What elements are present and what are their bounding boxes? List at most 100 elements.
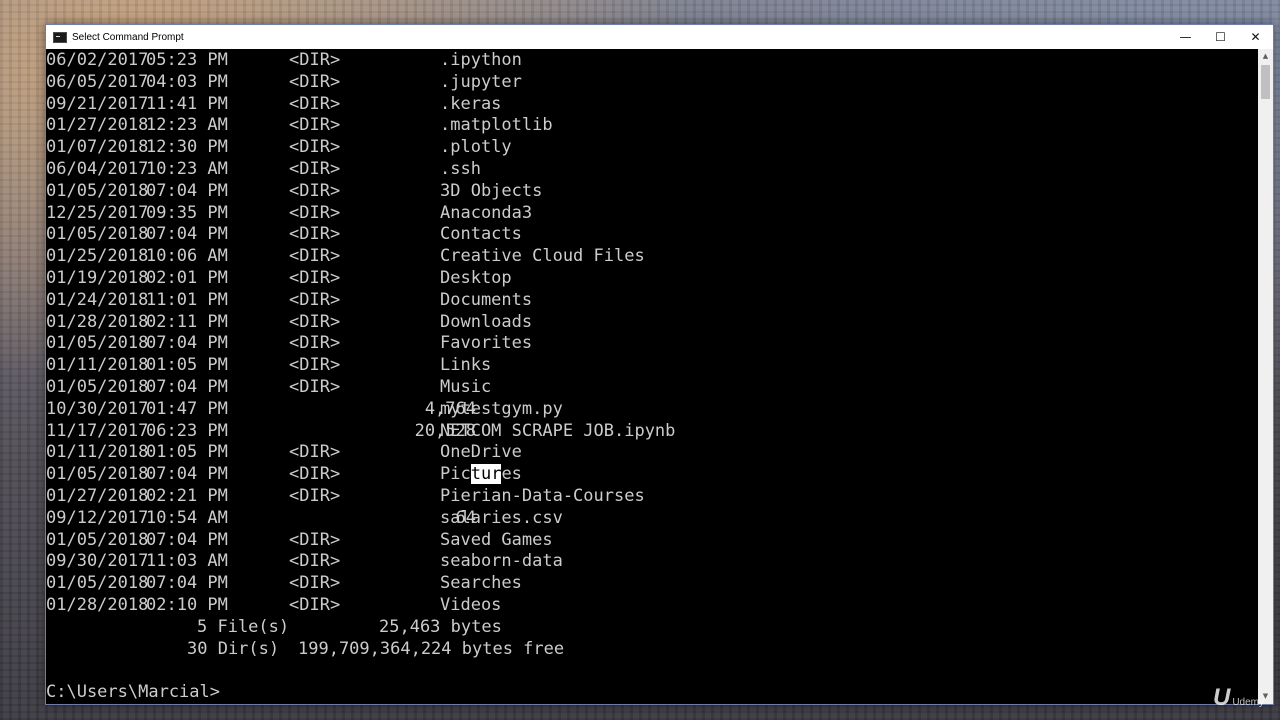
entry-date: 01/05/2018 xyxy=(46,529,149,550)
entry-dir-marker: <DIR> xyxy=(289,333,341,354)
entry-date: 01/11/2018 xyxy=(46,442,149,463)
entry-dir-marker: <DIR> xyxy=(289,202,341,223)
entry-name: Creative Cloud Files xyxy=(440,246,645,267)
summary-file-bytes: 25,463 bytes xyxy=(379,616,502,637)
entry-time: 11:41 PM xyxy=(146,93,228,114)
entry-name: Contacts xyxy=(440,224,522,245)
entry-date: 09/30/2017 xyxy=(46,551,149,572)
entry-name: salaries.csv xyxy=(440,507,563,528)
entry-time: 02:01 PM xyxy=(146,267,228,288)
entry-dir-marker: <DIR> xyxy=(289,529,341,550)
entry-date: 01/05/2018 xyxy=(46,333,149,354)
entry-date: 01/05/2018 xyxy=(46,376,149,397)
command-prompt[interactable]: C:\Users\Marcial> xyxy=(46,682,220,704)
listing-row: 01/05/2018 07:04 PM <DIR> Contacts xyxy=(46,224,1258,246)
entry-name: mytestgym.py xyxy=(440,398,563,419)
entry-time: 07:04 PM xyxy=(146,376,228,397)
scroll-up-arrow-icon[interactable]: ▲ xyxy=(1258,49,1273,64)
listing-row: 09/30/2017 11:03 AM <DIR> seaborn-data xyxy=(46,551,1258,573)
entry-time: 07:04 PM xyxy=(146,180,228,201)
listing-row: 01/28/2018 02:11 PM <DIR> Downloads xyxy=(46,312,1258,334)
entry-time: 05:23 PM xyxy=(146,50,228,70)
listing-row: 01/05/2018 07:04 PM <DIR> 3D Objects xyxy=(46,181,1258,203)
listing-row: 01/05/2018 07:04 PM <DIR> Pictures xyxy=(46,464,1258,486)
entry-date: 01/28/2018 xyxy=(46,311,149,332)
entry-date: 01/28/2018 xyxy=(46,594,149,615)
listing-row: 01/27/2018 12:23 AM <DIR> .matplotlib xyxy=(46,115,1258,137)
title-bar[interactable]: Select Command Prompt — ☐ ✕ xyxy=(46,25,1273,49)
entry-name: seaborn-data xyxy=(440,551,563,572)
listing-row: 09/12/2017 10:54 AM 64 salaries.csv xyxy=(46,508,1258,530)
terminal-output[interactable]: 06/02/2017 05:23 PM <DIR> .ipython 06/05/201… xyxy=(46,49,1258,704)
listing-row: 01/07/2018 12:30 PM <DIR> .plotly xyxy=(46,137,1258,159)
entry-dir-marker: <DIR> xyxy=(289,115,341,136)
entry-dir-marker: <DIR> xyxy=(289,573,341,594)
entry-name: NETCOM SCRAPE JOB.ipynb xyxy=(440,420,676,441)
entry-dir-marker: <DIR> xyxy=(289,355,341,376)
watermark-text: Udemy xyxy=(1232,697,1264,708)
entry-time: 02:11 PM xyxy=(146,311,228,332)
command-prompt-icon xyxy=(53,31,67,43)
summary-file-count: 5 File(s) xyxy=(197,616,290,637)
entry-date: 01/05/2018 xyxy=(46,224,149,245)
entry-name-prefix: Pic xyxy=(440,464,471,485)
window-title: Select Command Prompt xyxy=(72,31,184,43)
entry-date: 10/30/2017 xyxy=(46,398,149,419)
prompt-line[interactable]: C:\Users\Marcial> xyxy=(46,682,1258,704)
entry-dir-marker: <DIR> xyxy=(289,267,341,288)
entry-date: 01/25/2018 xyxy=(46,246,149,267)
entry-time: 10:23 AM xyxy=(146,158,228,179)
entry-name: .plotly xyxy=(440,137,512,158)
entry-date: 01/05/2018 xyxy=(46,573,149,594)
entry-dir-marker: <DIR> xyxy=(289,246,341,267)
entry-date: 01/24/2018 xyxy=(46,289,149,310)
maximize-button[interactable]: ☐ xyxy=(1203,25,1238,49)
entry-time: 10:54 AM xyxy=(146,507,228,528)
entry-name: Anaconda3 xyxy=(440,202,533,223)
close-button[interactable]: ✕ xyxy=(1238,25,1273,49)
minimize-button[interactable]: — xyxy=(1168,25,1203,49)
summary-files-line: 5 File(s) 25,463 bytes xyxy=(46,617,1258,639)
entry-time: 10:06 AM xyxy=(146,246,228,267)
entry-time: 02:21 PM xyxy=(146,485,228,506)
summary-bytes-free: 199,709,364,224 bytes free xyxy=(298,638,565,659)
udemy-watermark: U Udemy xyxy=(1213,684,1264,712)
entry-date: 01/07/2018 xyxy=(46,137,149,158)
entry-time: 06:23 PM xyxy=(146,420,228,441)
entry-dir-marker: <DIR> xyxy=(289,376,341,397)
entry-time: 07:04 PM xyxy=(146,224,228,245)
entry-time: 04:03 PM xyxy=(146,71,228,92)
entry-dir-marker: <DIR> xyxy=(289,137,341,158)
entry-date: 01/19/2018 xyxy=(46,267,149,288)
entry-name: Searches xyxy=(440,573,522,594)
scroll-thumb[interactable] xyxy=(1261,65,1270,99)
entry-time: 11:01 PM xyxy=(146,289,228,310)
entry-time: 07:04 PM xyxy=(146,464,228,485)
entry-date: 12/25/2017 xyxy=(46,202,149,223)
entry-name: Music xyxy=(440,376,492,397)
entry-date: 01/11/2018 xyxy=(46,355,149,376)
entry-name: 3D Objects xyxy=(440,180,543,201)
entry-date: 01/27/2018 xyxy=(46,485,149,506)
entry-dir-marker: <DIR> xyxy=(289,442,341,463)
entry-name: Desktop xyxy=(440,267,512,288)
entry-name: Videos xyxy=(440,594,502,615)
entry-time: 02:10 PM xyxy=(146,594,228,615)
command-prompt-window[interactable]: Select Command Prompt — ☐ ✕ 06/02/2017 05… xyxy=(45,24,1274,705)
listing-row: 01/28/2018 02:10 PM <DIR> Videos xyxy=(46,595,1258,617)
entry-date: 01/05/2018 xyxy=(46,180,149,201)
listing-row: 01/11/2018 01:05 PM <DIR> Links xyxy=(46,355,1258,377)
entry-name: .matplotlib xyxy=(440,115,553,136)
entry-time: 12:30 PM xyxy=(146,137,228,158)
listing-row: 01/27/2018 02:21 PM <DIR> Pierian-Data-Cour… xyxy=(46,486,1258,508)
vertical-scrollbar[interactable]: ▲ ▼ xyxy=(1258,49,1273,704)
summary-dir-count: 30 Dir(s) xyxy=(187,638,280,659)
listing-row: 01/25/2018 10:06 AM <DIR> Creative Cloud Fi… xyxy=(46,246,1258,268)
listing-row: 01/05/2018 07:04 PM <DIR> Saved Games xyxy=(46,530,1258,552)
entry-time: 07:04 PM xyxy=(146,529,228,550)
entry-dir-marker: <DIR> xyxy=(289,464,341,485)
listing-row: 01/05/2018 07:04 PM <DIR> Music xyxy=(46,377,1258,399)
entry-name: .ssh xyxy=(440,158,481,179)
listing-row: 06/04/2017 10:23 AM <DIR> .ssh xyxy=(46,159,1258,181)
text-selection[interactable]: tur xyxy=(470,464,502,485)
